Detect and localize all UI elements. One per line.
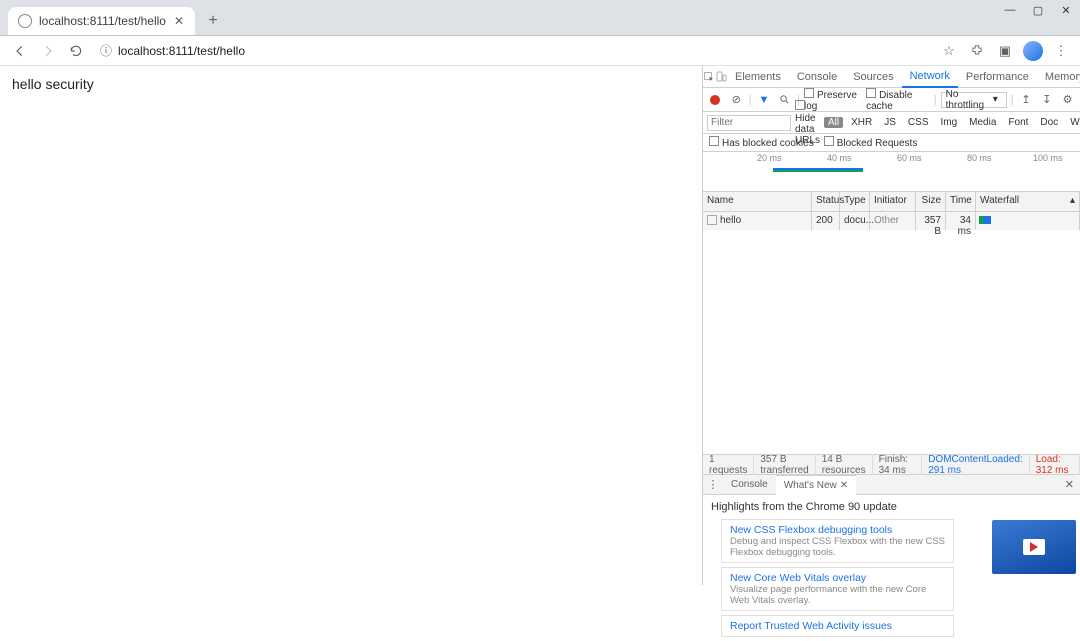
devtools-drawer: ⋮ Console What's New✕ ✕ Highlights from … xyxy=(703,475,1080,585)
separator: | xyxy=(934,94,937,106)
window-close[interactable]: ✕ xyxy=(1052,0,1080,20)
status-resources: 14 B resources xyxy=(816,454,873,476)
file-icon xyxy=(707,215,717,225)
drawer-tab-console[interactable]: Console xyxy=(723,475,776,495)
status-load: Load: 312 ms xyxy=(1030,454,1080,476)
status-finish: Finish: 34 ms xyxy=(873,454,923,476)
filter-img[interactable]: Img xyxy=(936,117,961,128)
record-button[interactable] xyxy=(707,90,724,110)
inspect-icon[interactable] xyxy=(703,67,715,87)
throttle-select[interactable]: No throttling▾ xyxy=(941,92,1007,108)
filter-icon[interactable]: ▼ xyxy=(755,90,772,110)
network-table: Name Status Type Initiator Size Time Wat… xyxy=(703,192,1080,455)
browser-menu-icon[interactable]: ⋮ xyxy=(1050,40,1072,62)
col-initiator[interactable]: Initiator xyxy=(870,192,916,211)
download-icon[interactable]: ↧ xyxy=(1038,90,1055,110)
filter-media[interactable]: Media xyxy=(965,117,1000,128)
page-body-text: hello security xyxy=(12,76,94,92)
tick-label: 100 ms xyxy=(1033,153,1063,163)
col-type[interactable]: Type xyxy=(840,192,870,211)
filter-doc[interactable]: Doc xyxy=(1036,117,1062,128)
filter-input[interactable] xyxy=(707,115,791,131)
reading-list-icon[interactable]: ▣ xyxy=(994,40,1016,62)
whatsnew-item[interactable]: Report Trusted Web Activity issues xyxy=(721,615,954,637)
profile-avatar[interactable] xyxy=(1022,40,1044,62)
url-text: localhost:8111/test/hello xyxy=(118,44,245,58)
drawer-menu-icon[interactable]: ⋮ xyxy=(703,475,723,495)
waterfall-bar xyxy=(979,216,991,224)
timeline-bar xyxy=(773,170,863,172)
favicon-icon xyxy=(18,14,32,28)
col-waterfall[interactable]: Waterfall▴ xyxy=(976,192,1080,211)
drawer-tab-whatsnew[interactable]: What's New✕ xyxy=(776,475,856,495)
network-settings-icon[interactable]: ⚙ xyxy=(1059,90,1076,110)
address-bar-row: ⓘ localhost:8111/test/hello ☆ ▣ ⋮ xyxy=(0,36,1080,66)
reload-button[interactable] xyxy=(64,39,88,63)
filter-css[interactable]: CSS xyxy=(904,117,933,128)
whatsnew-heading: Highlights from the Chrome 90 update xyxy=(711,501,1074,513)
disable-cache-checkbox[interactable]: Disable cache xyxy=(866,88,930,112)
tab-sources[interactable]: Sources xyxy=(845,66,901,88)
filter-ws[interactable]: WS xyxy=(1066,117,1080,128)
site-info-icon[interactable]: ⓘ xyxy=(100,42,112,59)
network-status-bar: 1 requests 357 B transferred 14 B resour… xyxy=(703,455,1080,475)
request-row[interactable]: hello 200 docu... Other 357 B 34 ms xyxy=(703,212,1080,230)
tick-label: 40 ms xyxy=(827,153,852,163)
drawer-close-icon[interactable]: ✕ xyxy=(1059,478,1080,491)
forward-button[interactable] xyxy=(36,39,60,63)
bookmark-star-icon[interactable]: ☆ xyxy=(938,40,960,62)
devtools-panel: Elements Console Sources Network Perform… xyxy=(702,66,1080,585)
filter-bar: Hide data URLs All XHR JS CSS Img Media … xyxy=(703,112,1080,134)
whatsnew-item[interactable]: New CSS Flexbox debugging tools Debug an… xyxy=(721,519,954,563)
extensions-icon[interactable] xyxy=(966,40,988,62)
status-dcl: DOMContentLoaded: 291 ms xyxy=(922,454,1030,476)
devtools-tabs: Elements Console Sources Network Perform… xyxy=(703,66,1080,88)
close-icon[interactable]: ✕ xyxy=(840,480,848,491)
new-tab-button[interactable]: + xyxy=(201,9,225,33)
whatsnew-item[interactable]: New Core Web Vitals overlay Visualize pa… xyxy=(721,567,954,611)
status-transferred: 357 B transferred xyxy=(754,454,815,476)
network-toolbar: ⊘ | ▼ | Preserve log Disable cache | No … xyxy=(703,88,1080,112)
filter-options: Has blocked cookies Blocked Requests xyxy=(703,134,1080,152)
page-content: hello security xyxy=(0,66,702,585)
filter-all[interactable]: All xyxy=(824,117,843,128)
timeline-overview[interactable]: 20 ms 40 ms 60 ms 80 ms 100 ms xyxy=(703,152,1080,192)
window-maximize[interactable]: ▢ xyxy=(1024,0,1052,20)
col-size[interactable]: Size xyxy=(916,192,946,211)
col-time[interactable]: Time xyxy=(946,192,976,211)
browser-tab-bar: localhost:8111/test/hello ✕ + xyxy=(0,0,1080,36)
window-minimize[interactable]: — xyxy=(996,0,1024,20)
browser-tab[interactable]: localhost:8111/test/hello ✕ xyxy=(8,7,195,35)
filter-font[interactable]: Font xyxy=(1004,117,1032,128)
back-button[interactable] xyxy=(8,39,32,63)
tab-title: localhost:8111/test/hello xyxy=(39,14,166,28)
filter-js[interactable]: JS xyxy=(880,117,900,128)
col-name[interactable]: Name xyxy=(703,192,812,211)
upload-icon[interactable]: ↥ xyxy=(1018,90,1035,110)
status-requests: 1 requests xyxy=(703,454,754,476)
blocked-cookies-checkbox[interactable]: Has blocked cookies xyxy=(709,136,814,149)
separator: | xyxy=(749,94,752,106)
col-status[interactable]: Status xyxy=(812,192,840,211)
filter-xhr[interactable]: XHR xyxy=(847,117,876,128)
video-thumbnail[interactable] xyxy=(992,520,1076,574)
tab-memory[interactable]: Memory xyxy=(1037,66,1080,88)
device-icon[interactable] xyxy=(715,67,727,87)
separator: | xyxy=(1011,94,1014,106)
tab-performance[interactable]: Performance xyxy=(958,66,1037,88)
blocked-requests-checkbox[interactable]: Blocked Requests xyxy=(824,136,918,149)
play-icon xyxy=(1023,539,1045,555)
search-icon[interactable] xyxy=(776,90,793,110)
tick-label: 80 ms xyxy=(967,153,992,163)
address-bar[interactable]: ⓘ localhost:8111/test/hello xyxy=(92,40,934,62)
tick-label: 20 ms xyxy=(757,153,782,163)
tab-close-icon[interactable]: ✕ xyxy=(173,15,185,27)
tab-elements[interactable]: Elements xyxy=(727,66,789,88)
tick-label: 60 ms xyxy=(897,153,922,163)
tab-network[interactable]: Network xyxy=(902,66,958,88)
clear-icon[interactable]: ⊘ xyxy=(728,90,745,110)
tab-console[interactable]: Console xyxy=(789,66,845,88)
